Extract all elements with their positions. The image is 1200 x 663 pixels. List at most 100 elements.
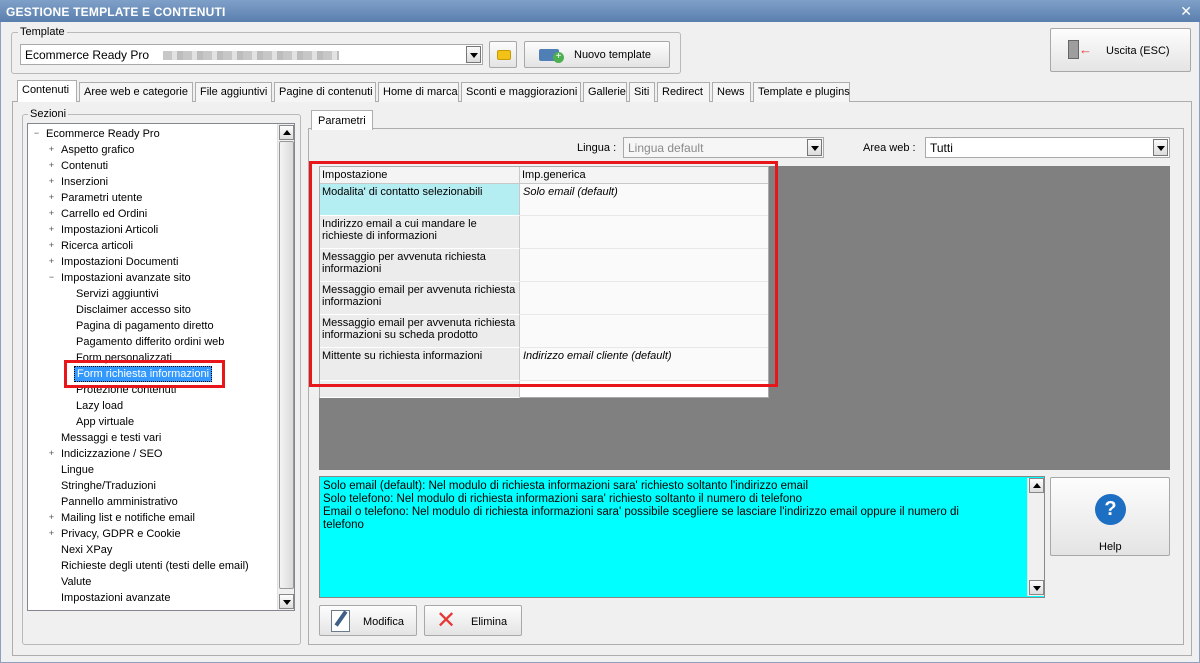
exit-label: Uscita (ESC)	[1106, 45, 1170, 57]
tree-scrollbar[interactable]	[277, 124, 294, 610]
tree-item[interactable]: Stringhe/Traduzioni	[61, 478, 156, 494]
tree-root[interactable]: Ecommerce Ready Pro	[46, 126, 160, 142]
lingua-label: Lingua :	[577, 142, 617, 154]
tree-item[interactable]: Nexi XPay	[61, 542, 112, 558]
tree-item[interactable]: Servizi aggiuntivi	[76, 286, 159, 302]
tree-item[interactable]: Privacy, GDPR e Cookie	[61, 526, 181, 542]
tree-item[interactable]: Ricerca articoli	[61, 238, 133, 254]
tab-siti[interactable]: Siti	[629, 82, 655, 102]
template-select[interactable]: Ecommerce Ready Pro	[20, 44, 483, 65]
new-template-button[interactable]: + Nuovo template	[524, 41, 670, 68]
chevron-down-icon[interactable]	[1153, 139, 1168, 156]
tab-home-di-marca[interactable]: Home di marca	[378, 82, 459, 102]
delete-label: Elimina	[471, 616, 508, 628]
tab-aree-web-e-categorie[interactable]: Aree web e categorie	[79, 82, 193, 102]
exit-button[interactable]: ← Uscita (ESC)	[1050, 28, 1191, 72]
tree-item[interactable]: Disclaimer accesso sito	[76, 302, 191, 318]
collapse-icon[interactable]: −	[32, 129, 41, 138]
folder-icon	[497, 50, 511, 60]
tab-contenuti[interactable]: Contenuti	[17, 80, 77, 102]
help-button[interactable]: ? Help	[1050, 477, 1170, 556]
description-line-3: Email o telefono: Nel modulo di richiest…	[323, 506, 959, 531]
lingua-select[interactable]: Lingua default	[623, 137, 824, 158]
expand-icon[interactable]: +	[47, 145, 56, 154]
tab-redirect[interactable]: Redirect	[657, 82, 710, 102]
sections-group-label: Sezioni	[28, 108, 69, 120]
tab-parametri[interactable]: Parametri	[311, 110, 373, 130]
tree-item[interactable]: Indicizzazione / SEO	[61, 446, 163, 462]
collapse-icon[interactable]: −	[47, 273, 56, 282]
expand-icon[interactable]: +	[47, 161, 56, 170]
chevron-down-icon[interactable]	[807, 139, 822, 156]
tab-news[interactable]: News	[712, 82, 751, 102]
delete-x-icon: ✕	[436, 607, 457, 634]
tree-item[interactable]: Messaggi e testi vari	[61, 430, 161, 446]
new-template-label: Nuovo template	[574, 49, 652, 61]
tree-item[interactable]: App virtuale	[76, 414, 134, 430]
tab-file-aggiuntivi[interactable]: File aggiuntivi	[195, 82, 272, 102]
exit-door-icon	[1068, 40, 1079, 59]
scroll-down-icon[interactable]	[1029, 580, 1044, 595]
tree-item[interactable]: Pannello amministrativo	[61, 494, 178, 510]
expand-icon[interactable]: +	[47, 513, 56, 522]
tree-item[interactable]: Valute	[61, 574, 91, 590]
tab-template-e-plugins[interactable]: Template e plugins	[753, 82, 850, 102]
scroll-up-icon[interactable]	[1029, 478, 1044, 493]
tree-item[interactable]: Carrello ed Ordini	[61, 206, 147, 222]
plus-icon: +	[553, 52, 564, 63]
scroll-up-icon[interactable]	[279, 125, 294, 140]
window-title-bar: GESTIONE TEMPLATE E CONTENUTI	[0, 0, 1200, 22]
template-select-value: Ecommerce Ready Pro	[25, 48, 150, 62]
tree-item[interactable]: Mailing list e notifiche email	[61, 510, 195, 526]
help-icon: ?	[1095, 494, 1126, 525]
tree-item[interactable]: Impostazioni Documenti	[61, 254, 178, 270]
expand-icon[interactable]: +	[47, 529, 56, 538]
grid-highlight-box	[309, 161, 778, 387]
modify-label: Modifica	[363, 616, 404, 628]
expand-icon[interactable]: +	[47, 177, 56, 186]
tab-sconti-e-maggiorazioni[interactable]: Sconti e maggiorazioni	[461, 82, 581, 102]
template-select-blurred	[163, 51, 339, 60]
expand-icon[interactable]: +	[47, 209, 56, 218]
area-web-select[interactable]: Tutti	[925, 137, 1170, 158]
tree-item[interactable]: Impostazioni avanzate sito	[61, 270, 191, 286]
lingua-select-value: Lingua default	[628, 141, 704, 155]
modify-button[interactable]: Modifica	[319, 605, 417, 636]
tab-parametri-label: Parametri	[318, 115, 366, 127]
tree-item[interactable]: Inserzioni	[61, 174, 108, 190]
tree-item[interactable]: Lingue	[61, 462, 94, 478]
help-label: Help	[1099, 541, 1122, 553]
scroll-down-icon[interactable]	[279, 594, 294, 609]
expand-icon[interactable]: +	[47, 225, 56, 234]
tree-item[interactable]: Aspetto grafico	[61, 142, 134, 158]
description-scrollbar[interactable]	[1027, 478, 1044, 596]
scroll-thumb[interactable]	[279, 141, 294, 589]
expand-icon[interactable]: +	[47, 193, 56, 202]
tree-item[interactable]: Richieste degli utenti (testi delle emai…	[61, 558, 249, 574]
tree-item[interactable]: Pagina di pagamento diretto	[76, 318, 214, 334]
open-folder-button[interactable]	[489, 41, 517, 68]
exit-arrow-icon: ←	[1079, 42, 1092, 57]
description-line-1: Solo email (default): Nel modulo di rich…	[323, 480, 809, 492]
area-web-select-value: Tutti	[930, 141, 953, 155]
delete-button[interactable]: ✕ Elimina	[424, 605, 522, 636]
tree-item[interactable]: Lazy load	[76, 398, 123, 414]
tree-item[interactable]: Impostazioni avanzate	[61, 590, 170, 606]
tree-item[interactable]: Parametri utente	[61, 190, 142, 206]
tab-pagine-di-contenuti[interactable]: Pagine di contenuti	[274, 82, 376, 102]
area-web-label: Area web :	[863, 142, 916, 154]
window-title: GESTIONE TEMPLATE E CONTENUTI	[6, 5, 226, 19]
tree-item[interactable]: Impostazioni Articoli	[61, 222, 158, 238]
tree-item[interactable]: Pagamento differito ordini web	[76, 334, 224, 350]
chevron-down-icon[interactable]	[466, 46, 481, 63]
close-icon[interactable]: ✕	[1180, 3, 1192, 20]
tree-item[interactable]: Contenuti	[61, 158, 108, 174]
tree-highlight-box	[64, 360, 225, 388]
expand-icon[interactable]: +	[47, 449, 56, 458]
expand-icon[interactable]: +	[47, 257, 56, 266]
description-line-2: Solo telefono: Nel modulo di richiesta i…	[323, 493, 803, 505]
setting-description[interactable]: Solo email (default): Nel modulo di rich…	[319, 476, 1045, 598]
template-group-label: Template	[18, 26, 67, 38]
expand-icon[interactable]: +	[47, 241, 56, 250]
tab-gallerie[interactable]: Gallerie	[583, 82, 627, 102]
